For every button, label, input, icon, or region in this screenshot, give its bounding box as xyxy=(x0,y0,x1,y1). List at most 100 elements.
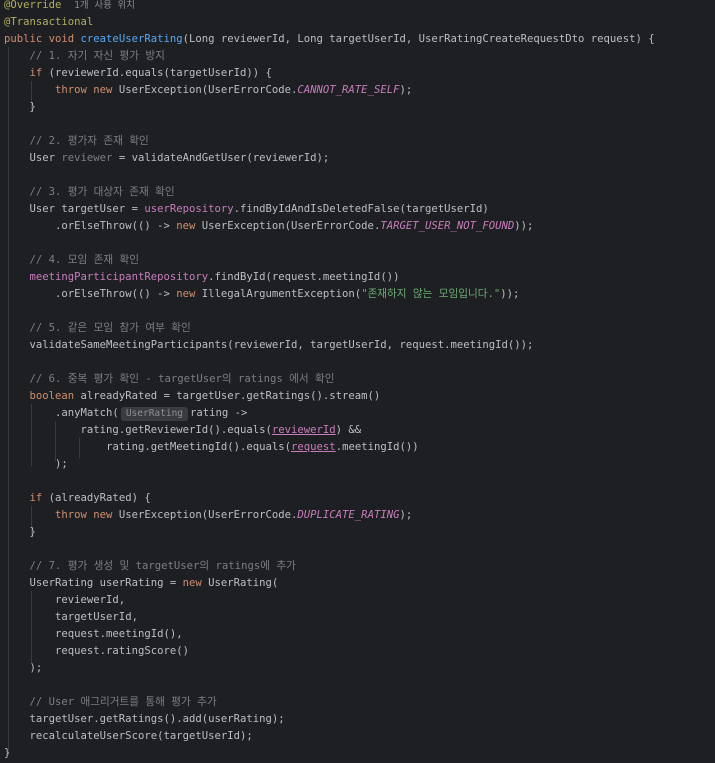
code-line[interactable]: if (reviewerId.equals(targetUserId)) { xyxy=(4,65,272,82)
code-line[interactable]: // 7. 평가 생성 및 targetUser의 ratings에 추가 xyxy=(4,558,296,575)
code-line[interactable]: // 4. 모임 존재 확인 xyxy=(4,252,140,269)
field-reference: meetingParticipantRepository xyxy=(29,271,209,283)
code-text: User xyxy=(29,152,62,164)
override-annotation: @Override xyxy=(4,0,62,11)
code-text: targetUserId, xyxy=(55,611,138,623)
code-text: )); xyxy=(514,220,534,232)
code-text: alreadyRated = targetUser.getRatings().s… xyxy=(80,390,381,402)
keyword: throw new xyxy=(55,509,119,521)
code-line[interactable]: boolean alreadyRated = targetUser.getRat… xyxy=(4,388,381,405)
code-text: request.meetingId(), xyxy=(55,628,183,640)
code-line[interactable]: UserRating userRating = new UserRating( xyxy=(4,575,279,592)
code-line[interactable]: request.meetingId(), xyxy=(4,626,183,643)
code-line[interactable]: meetingParticipantRepository.findById(re… xyxy=(4,269,400,286)
closing-brace: } xyxy=(29,101,36,113)
code-line[interactable]: ); xyxy=(4,660,43,677)
code-text: .anyMatch( xyxy=(55,407,119,419)
code-line[interactable]: reviewerId, xyxy=(4,592,125,609)
comment: // 2. 평가자 존재 확인 xyxy=(29,135,149,147)
closing-brace: } xyxy=(4,747,11,759)
code-line[interactable]: targetUserId, xyxy=(4,609,138,626)
code-line[interactable]: rating.getMeetingId().equals(request.mee… xyxy=(4,439,419,456)
code-text: targetUser.getRatings().add(userRating); xyxy=(29,713,285,725)
code-line[interactable]: .anyMatch(UserRating rating -> xyxy=(4,405,247,422)
code-text: User targetUser = xyxy=(29,203,145,215)
code-text: )); xyxy=(500,288,520,300)
usage-hint[interactable]: 1개 사용 위치 xyxy=(74,0,135,11)
code-line[interactable]: @Override 1개 사용 위치 xyxy=(4,0,135,14)
code-line[interactable]: throw new UserException(UserErrorCode.DU… xyxy=(4,507,412,524)
keyword: new xyxy=(176,288,202,300)
comment: // 7. 평가 생성 및 targetUser의 ratings에 추가 xyxy=(29,560,296,572)
comment: // User 애그리거트를 통해 평가 추가 xyxy=(29,696,217,708)
code-line[interactable]: .orElseThrow(() -> new IllegalArgumentEx… xyxy=(4,286,519,303)
code-line[interactable]: // 6. 중복 평가 확인 - targetUser의 ratings 에서 … xyxy=(4,371,335,388)
code-line[interactable]: .orElseThrow(() -> new UserException(Use… xyxy=(4,218,533,235)
code-text: request.ratingScore() xyxy=(55,645,189,657)
code-text: validateSameMeetingParticipants(reviewer… xyxy=(29,339,534,351)
constant: DUPLICATE_RATING xyxy=(297,509,400,521)
type-inlay-hint[interactable]: UserRating xyxy=(120,407,189,421)
code-text: (alreadyRated) { xyxy=(48,492,151,504)
code-line[interactable]: // 5. 같은 모임 참가 여부 확인 xyxy=(4,320,191,337)
code-text: .meetingId()) xyxy=(335,441,419,453)
code-text: ); xyxy=(399,509,413,521)
code-line[interactable]: // 2. 평가자 존재 확인 xyxy=(4,133,149,150)
code-line[interactable]: // 1. 자기 자신 평가 방지 xyxy=(4,48,165,65)
code-line[interactable]: ); xyxy=(4,456,68,473)
code-text: UserRating userRating = xyxy=(29,577,183,589)
code-line[interactable]: validateSameMeetingParticipants(reviewer… xyxy=(4,337,534,354)
field-reference: userRepository xyxy=(144,203,234,215)
code-line[interactable]: request.ratingScore() xyxy=(4,643,189,660)
code-line[interactable]: } xyxy=(4,524,36,541)
code-text: (Long reviewerId, Long targetUserId, Use… xyxy=(182,33,655,45)
keyword: new xyxy=(176,220,202,232)
code-editor[interactable]: @Override 1개 사용 위치 @Transactional public… xyxy=(0,0,715,763)
code-text: UserRating( xyxy=(208,577,279,589)
code-line[interactable]: rating.getReviewerId().equals(reviewerId… xyxy=(4,422,362,439)
code-text: ); xyxy=(55,458,68,470)
captured-variable: reviewerId xyxy=(271,424,336,436)
code-text: ) && xyxy=(335,424,362,436)
keyword: if xyxy=(29,492,49,504)
code-line[interactable]: recalculateUserScore(targetUserId); xyxy=(4,728,253,745)
code-line[interactable]: User targetUser = userRepository.findByI… xyxy=(4,201,489,218)
keyword: new xyxy=(182,577,209,589)
code-text: IllegalArgumentException( xyxy=(201,288,362,300)
code-line[interactable]: public void createUserRating(Long review… xyxy=(4,31,655,48)
code-text: = validateAndGetUser(reviewerId); xyxy=(112,152,330,164)
code-line[interactable]: // User 애그리거트를 통해 평가 추가 xyxy=(4,694,217,711)
code-text: recalculateUserScore(targetUserId); xyxy=(29,730,253,742)
code-text: UserException(UserErrorCode. xyxy=(118,84,298,96)
code-text: UserException(UserErrorCode. xyxy=(201,220,381,232)
code-line[interactable]: // 3. 평가 대상자 존재 확인 xyxy=(4,184,175,201)
code-line[interactable]: targetUser.getRatings().add(userRating); xyxy=(4,711,285,728)
code-line[interactable]: @Transactional xyxy=(4,14,93,31)
code-text: (reviewerId.equals(targetUserId)) { xyxy=(48,67,272,79)
comment: // 3. 평가 대상자 존재 확인 xyxy=(29,186,175,198)
captured-variable: request xyxy=(291,441,336,453)
code-text: .findByIdAndIsDeletedFalse(targetUserId) xyxy=(233,203,489,215)
keyword: public void xyxy=(4,33,81,45)
code-text: rating -> xyxy=(190,407,248,419)
string-literal: "존재하지 않는 모임입니다." xyxy=(361,288,501,300)
transactional-annotation: @Transactional xyxy=(4,16,94,28)
code-line[interactable]: throw new UserException(UserErrorCode.CA… xyxy=(4,82,412,99)
comment: // 5. 같은 모임 참가 여부 확인 xyxy=(29,322,191,334)
code-line[interactable]: } xyxy=(4,745,10,762)
constant: CANNOT_RATE_SELF xyxy=(297,84,400,96)
code-text: .findById(request.meetingId()) xyxy=(208,271,400,283)
code-text: rating.getReviewerId().equals( xyxy=(80,424,272,436)
keyword: if xyxy=(29,67,49,79)
comment: // 6. 중복 평가 확인 - targetUser의 ratings 에서 … xyxy=(29,373,335,385)
code-line[interactable]: User reviewer = validateAndGetUser(revie… xyxy=(4,150,330,167)
code-text: rating.getMeetingId().equals( xyxy=(106,441,292,453)
code-text: ); xyxy=(29,662,43,674)
code-line[interactable]: } xyxy=(4,99,36,116)
unused-variable: reviewer xyxy=(61,152,113,164)
closing-brace: } xyxy=(29,526,36,538)
code-text: .orElseThrow(() -> xyxy=(55,288,177,300)
code-line[interactable]: if (alreadyRated) { xyxy=(4,490,151,507)
code-text: UserException(UserErrorCode. xyxy=(118,509,298,521)
comment: // 1. 자기 자신 평가 방지 xyxy=(29,50,165,62)
